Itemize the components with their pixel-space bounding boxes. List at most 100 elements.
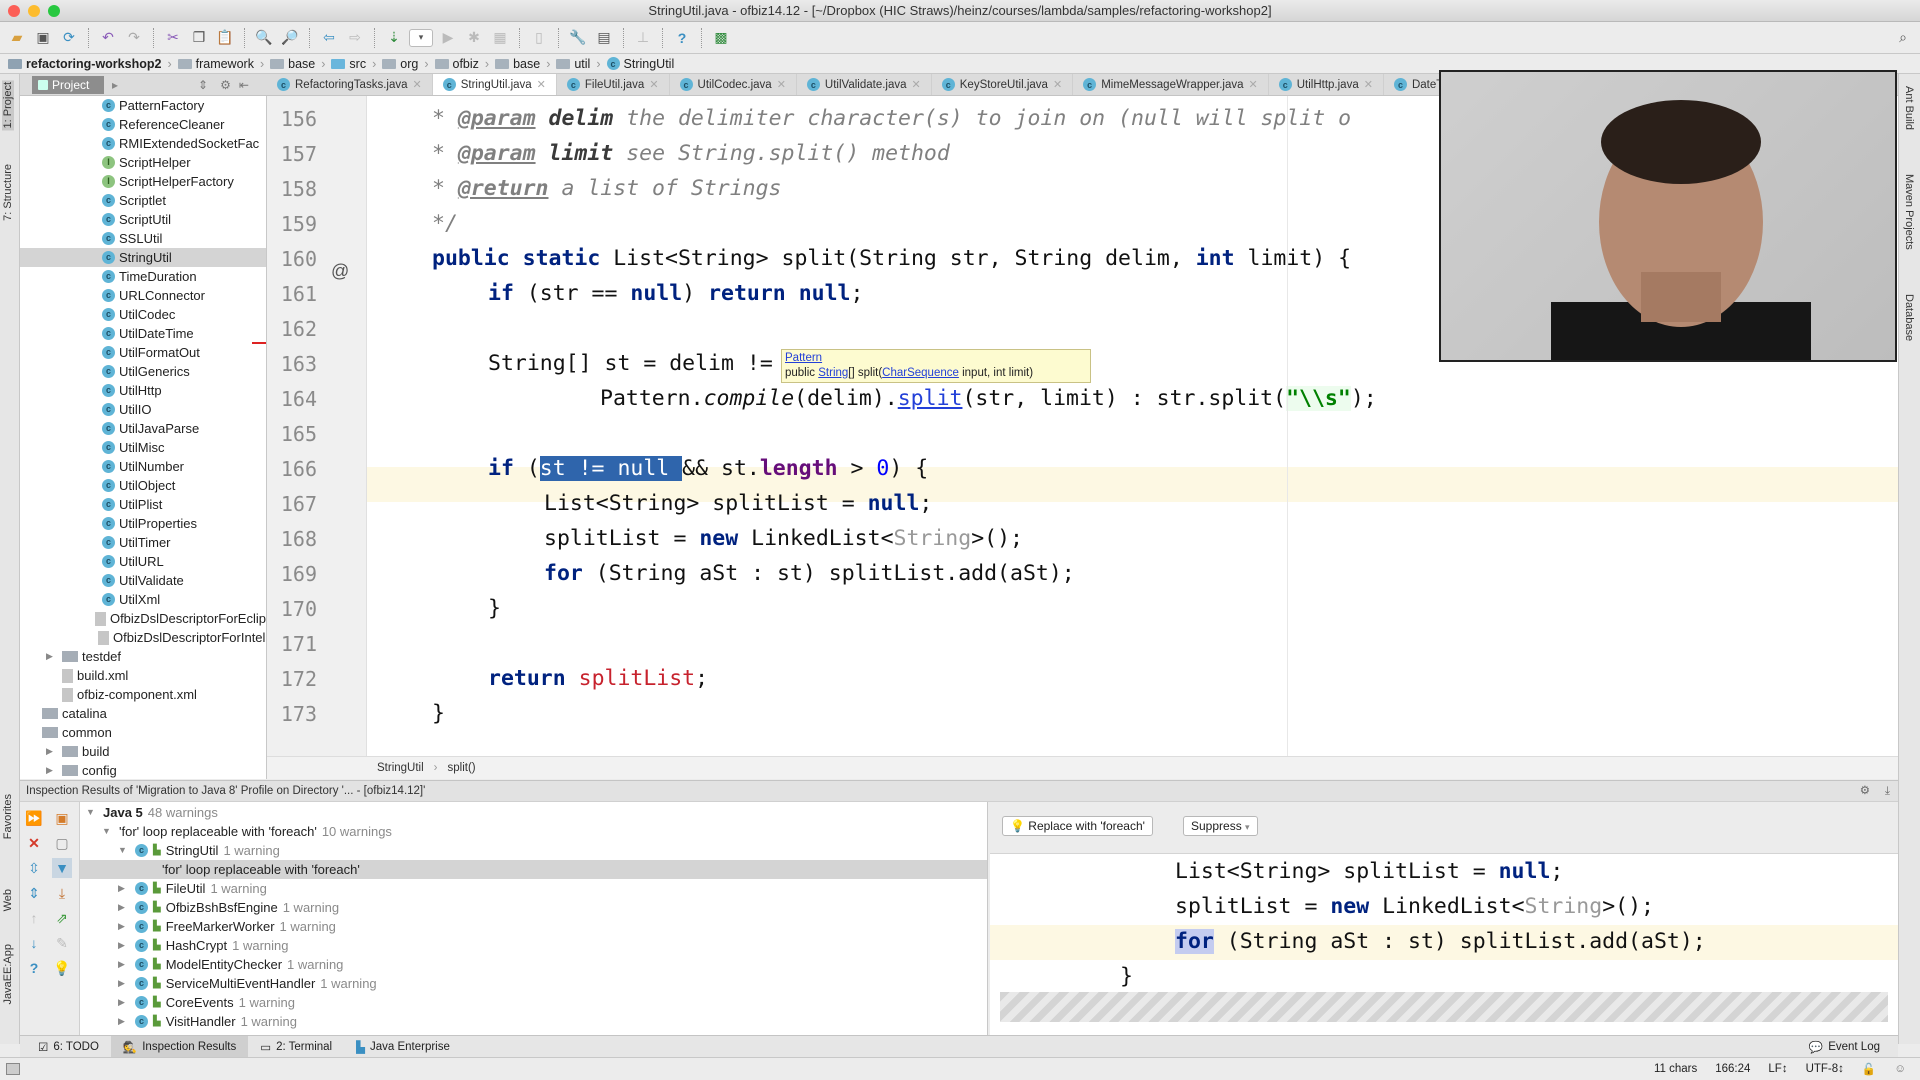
expand-arrow-icon[interactable]: ▶: [46, 761, 58, 779]
breadcrumb-item[interactable]: refactoring-workshop2: [8, 57, 161, 71]
rerun-icon[interactable]: ⏩: [24, 808, 44, 828]
tree-node-root[interactable]: ▼ Java 5 48 warnings: [86, 803, 218, 822]
project-tree-item[interactable]: OfbizDslDescriptorForEclip: [20, 609, 266, 628]
project-tree-item[interactable]: c PatternFactory: [20, 96, 266, 115]
project-tree-item[interactable]: c TimeDuration: [20, 267, 266, 286]
project-tree-item[interactable]: ▶ config: [20, 761, 266, 779]
inspection-file-node[interactable]: ▶ c ▙ ServiceMultiEventHandler 1 warning: [118, 974, 377, 993]
project-tree-item[interactable]: build.xml: [20, 666, 266, 685]
find-icon[interactable]: 🔍: [253, 27, 275, 49]
expand-arrow-icon[interactable]: ▶: [118, 955, 130, 974]
inspection-file-node[interactable]: ▶ c ▙ HashCrypt 1 warning: [118, 936, 289, 955]
paste-icon[interactable]: 📋: [214, 27, 236, 49]
inspection-file-node[interactable]: ▶ c ▙ FreeMarkerWorker 1 warning: [118, 917, 336, 936]
inspector-face-icon[interactable]: ☺: [1894, 1063, 1906, 1075]
project-tree-item[interactable]: c UtilDateTime: [20, 324, 266, 343]
close-tab-icon[interactable]: ✕: [1053, 78, 1062, 91]
breadcrumb-class[interactable]: StringUtil: [377, 762, 424, 774]
help-icon[interactable]: ?: [671, 27, 693, 49]
close-tab-icon[interactable]: ✕: [777, 78, 786, 91]
string-type-link[interactable]: String: [818, 367, 848, 379]
encoding-selector[interactable]: UTF-8↕: [1806, 1063, 1844, 1075]
close-tab-icon[interactable]: ✕: [413, 78, 422, 91]
favorites-tool-tab[interactable]: Favorites: [2, 794, 14, 839]
close-tab-icon[interactable]: ✕: [537, 78, 546, 91]
pattern-class-link[interactable]: Pattern: [785, 352, 822, 364]
make-icon[interactable]: ⇣: [383, 27, 405, 49]
sync-icon[interactable]: ⟳: [58, 27, 80, 49]
java-enterprise-tool-tab[interactable]: ▙ Java Enterprise: [344, 1036, 462, 1058]
expand-arrow-icon[interactable]: ▶: [118, 974, 130, 993]
project-tree-item[interactable]: ofbiz-component.xml: [20, 685, 266, 704]
stop-icon[interactable]: ▯: [528, 27, 550, 49]
breadcrumb-item[interactable]: base: [270, 57, 315, 71]
editor-tab[interactable]: c RefactoringTasks.java ✕: [267, 74, 433, 95]
override-marker-icon[interactable]: @: [331, 261, 349, 282]
debug-icon[interactable]: ✱: [463, 27, 485, 49]
settings-wrench-icon[interactable]: ✎: [52, 933, 72, 953]
edit-settings-icon[interactable]: ⇗: [52, 908, 72, 928]
expand-arrow-icon[interactable]: ▶: [46, 742, 58, 761]
maven-projects-tool-tab[interactable]: Maven Projects: [1903, 174, 1915, 250]
expand-arrow-icon[interactable]: ▶: [118, 993, 130, 1012]
project-tree-item[interactable]: c UtilIO: [20, 400, 266, 419]
project-tree-item[interactable]: I ScriptHelper: [20, 153, 266, 172]
project-tree-item[interactable]: c UtilJavaParse: [20, 419, 266, 438]
project-tree-item[interactable]: c UtilTimer: [20, 533, 266, 552]
maximize-window-button[interactable]: [48, 5, 60, 17]
project-tree-item[interactable]: c ScriptUtil: [20, 210, 266, 229]
project-tree-item[interactable]: c RMIExtendedSocketFac: [20, 134, 266, 153]
expand-arrow-icon[interactable]: ▶: [118, 898, 130, 917]
inspection-file-node[interactable]: ▶ c ▙ CoreEvents 1 warning: [118, 993, 295, 1012]
expand-all-icon[interactable]: ⇳: [24, 858, 44, 878]
project-tree-item[interactable]: c UtilNumber: [20, 457, 266, 476]
suppress-dropdown[interactable]: Suppress ▾: [1183, 816, 1258, 836]
expand-arrow-icon[interactable]: ▶: [46, 647, 58, 666]
editor-tab[interactable]: c UtilValidate.java ✕: [797, 74, 932, 95]
project-tree-item[interactable]: I ScriptHelperFactory: [20, 172, 266, 191]
settings-icon[interactable]: 🔧: [567, 27, 589, 49]
gear-icon[interactable]: ⚙: [220, 78, 231, 92]
expand-arrow-icon[interactable]: ▶: [118, 936, 130, 955]
group-by-directory-icon[interactable]: ▢: [52, 833, 72, 853]
split-method-link[interactable]: split: [898, 386, 963, 411]
hide-panel-icon[interactable]: ⇤: [239, 78, 249, 92]
project-tree-item[interactable]: c UtilURL: [20, 552, 266, 571]
tree-node-group[interactable]: ▼'for' loop replaceable with 'foreach' 10…: [102, 822, 392, 841]
project-tree-item[interactable]: ▶ testdef: [20, 647, 266, 666]
open-icon[interactable]: ▰: [6, 27, 28, 49]
redo-icon[interactable]: ↷: [123, 27, 145, 49]
tool-windows-toggle-icon[interactable]: [6, 1063, 20, 1075]
ant-build-tool-tab[interactable]: Ant Build: [1903, 86, 1915, 130]
expand-arrow-icon[interactable]: ▶: [118, 1012, 130, 1031]
project-tree-item[interactable]: c UtilPlist: [20, 495, 266, 514]
editor-tab[interactable]: c KeyStoreUtil.java ✕: [932, 74, 1074, 95]
breadcrumb-item[interactable]: framework: [177, 57, 254, 71]
run-config-dropdown[interactable]: ▾: [409, 28, 433, 47]
editor-tab[interactable]: c UtilCodec.java ✕: [670, 74, 797, 95]
charsequence-type-link[interactable]: CharSequence: [882, 367, 959, 379]
project-tree-item[interactable]: c UtilGenerics: [20, 362, 266, 381]
close-tab-icon[interactable]: ✕: [1364, 78, 1373, 91]
javaee-tool-tab[interactable]: JavaEE:App: [2, 944, 14, 1005]
plugin-icon[interactable]: ▩: [710, 27, 732, 49]
inspection-file-node[interactable]: ▼ c ▙ StringUtil 1 warning: [118, 841, 280, 860]
project-tree-item[interactable]: c StringUtil: [20, 248, 266, 267]
collapse-all-icon[interactable]: ⇕: [24, 883, 44, 903]
project-tool-tab[interactable]: 1: Project: [2, 80, 14, 131]
help-icon[interactable]: ?: [24, 958, 44, 978]
inspection-file-node[interactable]: ▶ c ▙ FileUtil 1 warning: [118, 879, 267, 898]
expand-arrow-icon[interactable]: ▼: [118, 841, 130, 860]
replace-icon[interactable]: 🔎: [279, 27, 301, 49]
selected-problem-node[interactable]: 'for' loop replaceable with 'foreach': [80, 860, 987, 879]
breadcrumb-item[interactable]: c StringUtil: [606, 57, 674, 71]
quick-fix-bulb-icon[interactable]: 💡: [52, 958, 72, 978]
todo-tool-tab[interactable]: ☑ 6: TODO: [26, 1036, 111, 1058]
hide-panel-icon[interactable]: ⤓: [1885, 781, 1890, 801]
project-tree-item[interactable]: common: [20, 723, 266, 742]
project-tree-item[interactable]: catalina: [20, 704, 266, 723]
web-tool-tab[interactable]: Web: [2, 889, 14, 911]
back-icon[interactable]: ⇦: [318, 27, 340, 49]
project-tree-item[interactable]: c ReferenceCleaner: [20, 115, 266, 134]
expand-arrow-icon[interactable]: ▶: [118, 917, 130, 936]
